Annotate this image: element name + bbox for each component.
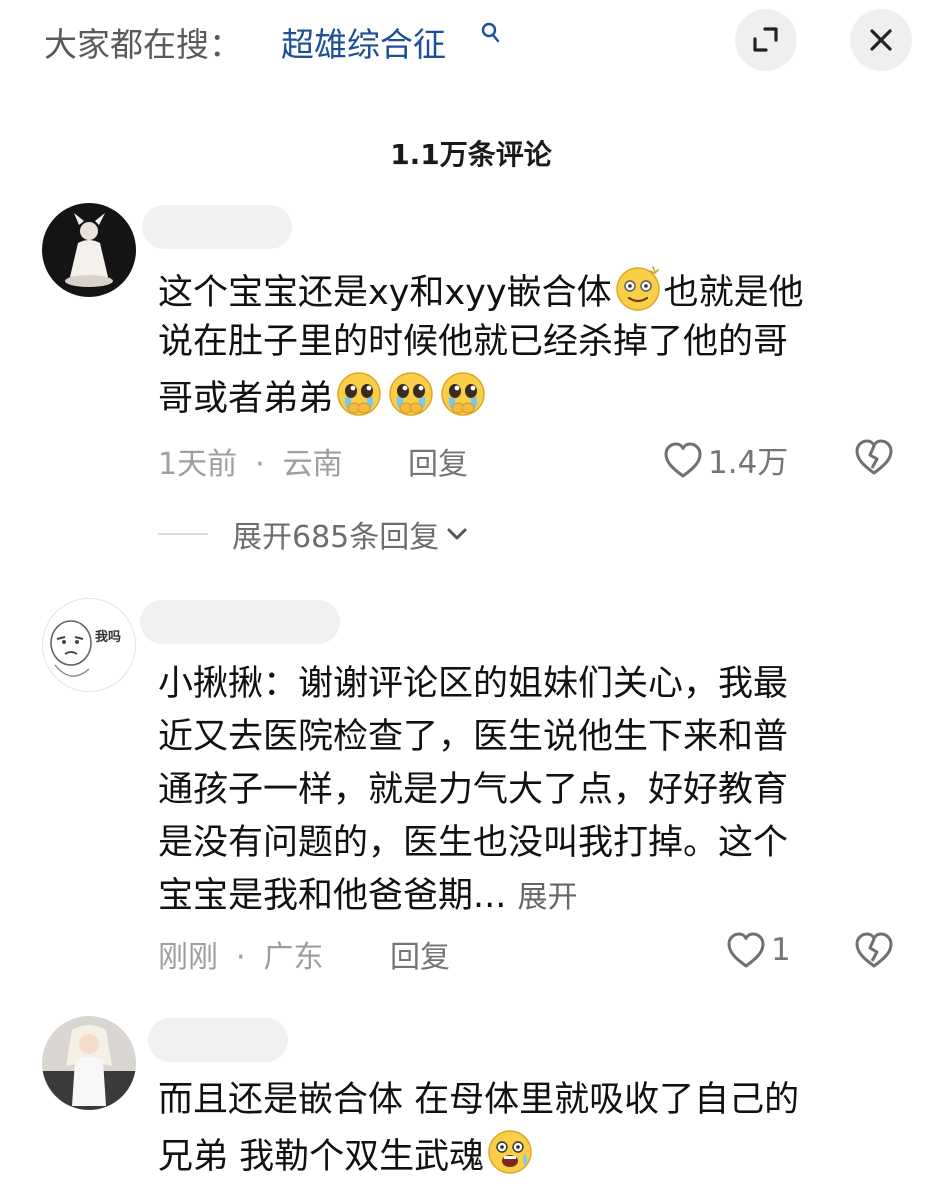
avatar[interactable]: 我吗 xyxy=(42,598,136,692)
comment-meta: 刚刚 · 广东 xyxy=(158,932,324,976)
comment-time: 刚刚 xyxy=(158,940,218,975)
comment-location: 广东 xyxy=(263,940,324,975)
comment-text: 小揪揪：谢谢评论区的姐妹们关心，我最 近又去医院检查了，医生说他生下来和普 通孩… xyxy=(158,664,789,916)
divider-line xyxy=(158,533,208,535)
avatar[interactable] xyxy=(42,203,136,297)
search-suggestion-link[interactable]: 超雄综合征 xyxy=(281,18,446,66)
comment-text: 这个宝宝还是xy和xyy嵌合体 也就是他 说在肚子里的时候他就已经杀掉了他的哥 哥… xyxy=(158,263,804,422)
search-prefix: 大家都在搜： xyxy=(44,25,242,64)
username-redacted xyxy=(142,205,292,249)
like-count: 1.4万 xyxy=(708,445,789,481)
comment-time: 1天前 xyxy=(158,447,238,482)
reply-button[interactable]: 回复 xyxy=(408,439,468,483)
avatar[interactable] xyxy=(42,1016,136,1110)
reply-button[interactable]: 回复 xyxy=(390,932,450,976)
top-bar: 大家都在搜： 超雄综合征 xyxy=(0,0,942,90)
comment-meta: 1天前 · 云南 xyxy=(158,439,343,483)
dizzy-smile-emoji-icon xyxy=(615,266,660,311)
shocked-emoji-icon xyxy=(488,1130,532,1174)
comment-location: 云南 xyxy=(282,447,343,482)
username-redacted xyxy=(148,1018,288,1062)
comment-count-title: 1.1万条评论 xyxy=(390,138,552,171)
close-icon xyxy=(870,29,892,51)
like-button[interactable]: 1.4万 xyxy=(662,437,788,482)
broken-heart-icon[interactable] xyxy=(853,437,895,477)
expand-comment-link[interactable]: 展开 xyxy=(518,880,578,915)
meta-separator: · xyxy=(236,940,246,975)
avatar-sticker-text: 我吗 xyxy=(95,629,121,645)
pleading-crying-emoji-icon xyxy=(389,372,433,416)
search-icon[interactable] xyxy=(481,22,501,46)
expand-replies-label: 展开685条回复 xyxy=(232,520,440,555)
heart-icon xyxy=(727,932,765,968)
chevron-down-icon xyxy=(447,528,467,540)
heart-icon xyxy=(664,442,702,477)
comment-text: 而且还是嵌合体 在母体里就吸收了自己的 兄弟 我勒个双生武魂 xyxy=(158,1080,800,1177)
pleading-crying-emoji-icon xyxy=(337,372,381,416)
expand-replies-button[interactable]: 展开685条回复 xyxy=(158,512,469,556)
pleading-crying-emoji-icon xyxy=(441,372,485,416)
fullscreen-button[interactable] xyxy=(735,9,797,71)
expand-icon xyxy=(753,27,778,52)
like-button[interactable]: 1 xyxy=(725,930,791,970)
broken-heart-icon[interactable] xyxy=(853,930,895,970)
close-button[interactable] xyxy=(850,9,912,71)
like-count: 1 xyxy=(771,932,791,968)
username-redacted xyxy=(140,600,340,644)
meta-separator: · xyxy=(255,447,265,482)
